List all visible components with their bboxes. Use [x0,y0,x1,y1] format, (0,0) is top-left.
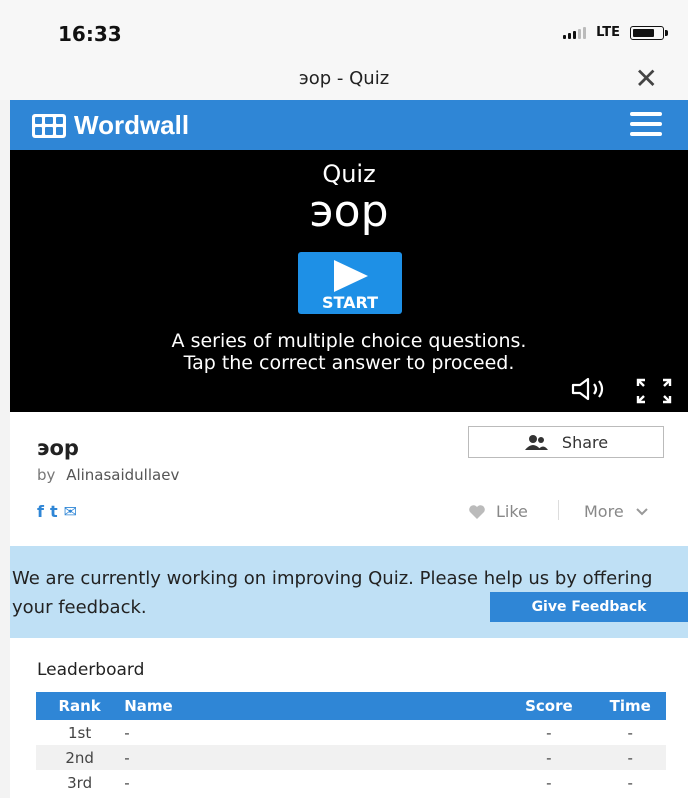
speaker-icon[interactable] [570,376,610,402]
name-cell: - [124,773,130,792]
hamburger-menu-icon[interactable] [630,112,662,136]
activity-author: by Alinasaidullaev [37,466,179,484]
header-time: Time [609,697,651,715]
play-icon [334,260,368,292]
fullscreen-icon[interactable] [636,378,672,404]
author-link[interactable]: Alinasaidullaev [66,466,179,484]
table-row: 1st - - - [36,720,666,745]
time-cell: - [627,748,633,767]
table-row: 2nd - - - [36,745,666,770]
score-cell: - [546,748,552,767]
twitter-icon[interactable]: t [50,502,58,521]
network-type: LTE [596,25,620,40]
by-label: by [37,466,56,484]
leaderboard-header-row: Rank Name Score Time [36,692,666,720]
chevron-down-icon [636,508,648,516]
header-rank: Rank [58,697,101,715]
game-name: эор [309,186,389,237]
time-cell: - [627,723,633,742]
rank-cell: 1st [67,723,92,742]
header-score: Score [525,697,573,715]
more-button[interactable]: More [584,502,649,521]
rank-cell: 2nd [65,748,94,767]
header-name: Name [124,697,173,715]
email-icon[interactable]: ✉ [64,502,77,521]
wordwall-header: Wordwall [10,100,688,150]
name-cell: - [124,723,130,742]
game-description: A series of multiple choice questions. T… [171,330,527,374]
users-icon [524,435,548,450]
game-kind: Quiz [322,160,376,188]
give-feedback-button[interactable]: Give Feedback [490,592,688,622]
like-button[interactable]: Like [468,502,528,521]
leaderboard-title: Leaderboard [37,660,145,680]
status-bar: 16:33 LTE [0,0,688,60]
like-label: Like [496,502,528,521]
leaderboard-table: Rank Name Score Time 1st - - - 2nd - - -… [36,692,666,795]
start-button[interactable]: START [298,252,402,314]
status-indicators: LTE [563,25,668,40]
feedback-banner: We are currently working on improving Qu… [10,546,688,638]
wordwall-logo[interactable]: Wordwall [32,110,189,141]
rank-cell: 3rd [67,773,93,792]
close-icon[interactable]: ✕ [635,62,658,95]
browser-title-bar: эор - Quiz ✕ [0,60,688,100]
game-stage: Quiz эор START A series of multiple choi… [10,150,688,412]
activity-title: эор [37,436,79,460]
heart-icon [469,504,485,519]
table-row: 3rd - - - [36,770,666,795]
more-label: More [584,502,624,521]
activity-content: эор by Alinasaidullaev Share f t ✉ Like … [10,412,688,798]
name-cell: - [124,748,130,767]
start-label: START [321,293,379,312]
share-button[interactable]: Share [468,426,664,458]
divider [558,500,559,520]
wordwall-logo-icon [32,113,66,138]
facebook-icon[interactable]: f [37,502,44,521]
score-cell: - [546,723,552,742]
page-title: эор - Quiz [298,68,390,89]
score-cell: - [546,773,552,792]
share-label: Share [561,432,609,452]
signal-bars-icon [563,26,587,39]
brand-name: Wordwall [74,110,190,140]
time-cell: - [627,773,633,792]
status-time: 16:33 [58,22,122,46]
social-links: f t ✉ [37,502,77,521]
battery-icon [630,25,668,40]
